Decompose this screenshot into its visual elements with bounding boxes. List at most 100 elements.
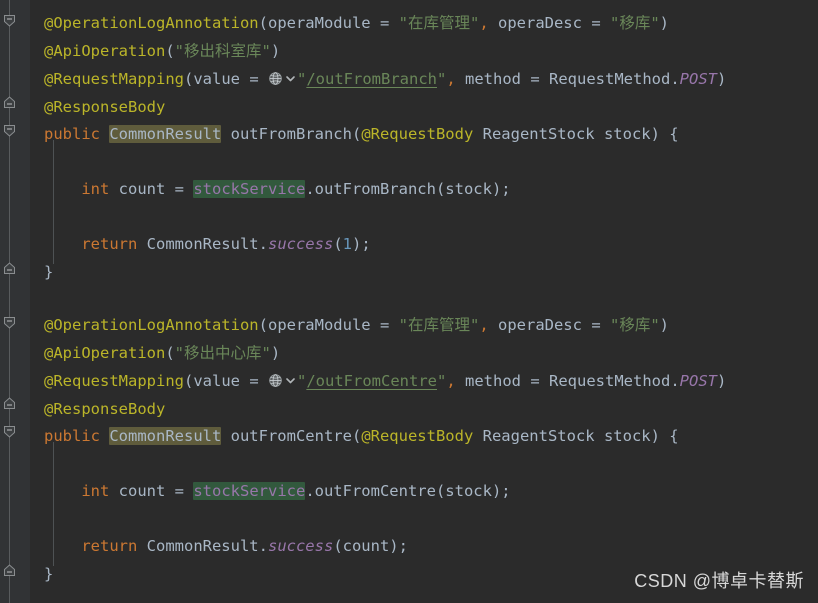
code-token: " [437, 372, 447, 390]
chevron-down-icon[interactable] [284, 373, 297, 388]
code-token: CommonResult. [146, 537, 268, 555]
code-token: ReagentStock [473, 125, 595, 143]
code-token: " [297, 372, 307, 390]
fold-collapse-start-icon[interactable] [3, 425, 16, 438]
code-editor-pane: @OperationLogAnnotation(operaModule = "在… [0, 0, 818, 603]
code-token: 1 [342, 235, 352, 253]
code-token: count [109, 180, 166, 198]
code-token: = [581, 14, 610, 32]
code-line[interactable]: } [44, 564, 53, 584]
code-token: (count); [333, 537, 408, 555]
code-token: @ResponseBody [44, 98, 166, 116]
code-token: } [44, 565, 54, 583]
code-token: ( [258, 14, 268, 32]
code-token: @ApiOperation [44, 42, 166, 60]
code-token: stockService [193, 180, 306, 198]
code-token: "在库管理" [398, 14, 480, 32]
fold-collapse-start-icon[interactable] [3, 14, 16, 27]
fold-collapse-end-icon[interactable] [3, 564, 16, 577]
code-line[interactable]: @ResponseBody [44, 97, 165, 117]
code-token: @OperationLogAnnotation [44, 14, 259, 32]
code-token: stockService [193, 482, 306, 500]
code-line[interactable]: @RequestMapping(value = "/outFromBranch"… [44, 69, 726, 89]
chevron-down-icon[interactable] [284, 71, 297, 86]
code-token: "移库" [609, 14, 660, 32]
code-token: ( [333, 235, 343, 253]
code-text-area[interactable]: @OperationLogAnnotation(operaModule = "在… [30, 0, 818, 603]
code-token: " [297, 70, 307, 88]
code-token: success [267, 537, 334, 555]
code-token: (stock); [435, 482, 511, 500]
code-token: @RequestBody [361, 125, 474, 143]
code-token: ReagentStock [473, 427, 595, 445]
code-line[interactable]: int count = stockService.outFromCentre(s… [44, 481, 511, 501]
fold-collapse-end-icon[interactable] [3, 262, 16, 275]
code-line[interactable]: @ApiOperation("移出科室库") [44, 41, 280, 61]
fold-collapse-start-icon[interactable] [3, 316, 16, 329]
code-token: ) [659, 14, 669, 32]
code-token: success [267, 235, 334, 253]
code-token: = [240, 372, 268, 390]
code-token: public [44, 125, 110, 143]
code-token: RequestMethod. [549, 70, 680, 88]
fold-collapse-end-icon[interactable] [3, 96, 16, 109]
fold-collapse-end-icon[interactable] [3, 397, 16, 410]
code-token: , [446, 372, 456, 390]
code-token: = [521, 372, 550, 390]
code-token: ) [717, 372, 727, 390]
code-token: "移出中心库" [174, 344, 271, 362]
globe-icon[interactable] [268, 71, 283, 86]
code-token: @RequestMapping [44, 70, 184, 88]
code-line[interactable]: @OperationLogAnnotation(operaModule = "在… [44, 315, 669, 335]
code-line[interactable]: public CommonResult outFromBranch(@Reque… [44, 124, 679, 144]
code-token: stock [594, 427, 651, 445]
code-token: return [81, 235, 147, 253]
code-token: ) [659, 316, 669, 334]
code-line[interactable]: @OperationLogAnnotation(operaModule = "在… [44, 13, 669, 33]
fold-collapse-start-icon[interactable] [3, 124, 16, 137]
code-token: .outFromBranch [305, 180, 436, 198]
code-token: value [193, 372, 240, 390]
code-token: " [437, 70, 447, 88]
code-token: = [581, 316, 610, 334]
code-token: ( [258, 316, 268, 334]
code-line[interactable]: int count = stockService.outFromBranch(s… [44, 179, 511, 199]
code-line[interactable]: public CommonResult outFromCentre(@Reque… [44, 426, 679, 446]
code-token: ( [351, 125, 362, 143]
code-token: "移出科室库" [174, 42, 271, 60]
code-line[interactable]: @ApiOperation("移出中心库") [44, 343, 280, 363]
code-token: method [455, 70, 522, 88]
code-token: outFromBranch [221, 125, 352, 143]
code-token: CommonResult [109, 125, 222, 143]
code-token: , [446, 70, 456, 88]
code-token: @OperationLogAnnotation [44, 316, 259, 334]
code-token: method [455, 372, 522, 390]
code-token: = [240, 70, 268, 88]
code-token: = [165, 482, 194, 500]
code-token: count [109, 482, 166, 500]
code-token: ( [351, 427, 362, 445]
code-token: operaDesc [488, 14, 582, 32]
code-token: operaDesc [488, 316, 582, 334]
code-token: CommonResult [109, 427, 222, 445]
globe-icon[interactable] [268, 373, 283, 388]
code-token: ( [165, 42, 175, 60]
code-token: POST [679, 372, 717, 390]
code-line[interactable]: @RequestMapping(value = "/outFromCentre"… [44, 371, 726, 391]
code-line[interactable]: return CommonResult.success(1); [44, 234, 370, 254]
code-token: ( [165, 344, 175, 362]
code-token: = [370, 14, 399, 32]
code-line[interactable]: } [44, 262, 53, 282]
code-token: @RequestMapping [44, 372, 184, 390]
code-line[interactable]: return CommonResult.success(count); [44, 536, 408, 556]
code-token: /outFromBranch [306, 70, 437, 88]
editor-fold-gutter[interactable] [0, 0, 30, 603]
code-token: = [370, 316, 399, 334]
code-token: @ResponseBody [44, 400, 166, 418]
code-token: ) { [650, 125, 679, 143]
code-token: RequestMethod. [549, 372, 680, 390]
code-line[interactable]: @ResponseBody [44, 399, 165, 419]
